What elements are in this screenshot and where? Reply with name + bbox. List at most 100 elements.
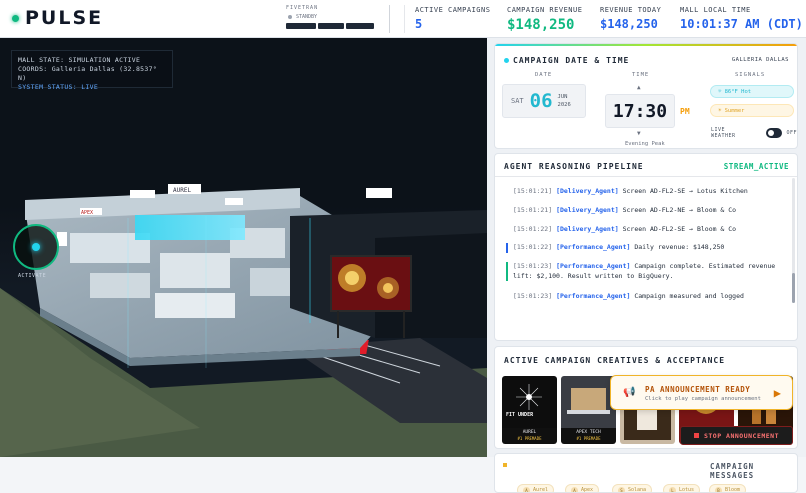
progress-segment [286, 23, 316, 29]
chip-badge: A [523, 487, 530, 493]
play-icon[interactable]: ▶ [774, 386, 781, 400]
message-chip-solana[interactable]: SSolana [612, 484, 652, 493]
laptop-icon [561, 376, 616, 428]
log-timestamp: [15:01:22] [513, 243, 552, 251]
top-header: PULSE FIVETRAN STANDBY ACTIVE CAMPAIGNS … [0, 0, 806, 38]
live-weather-row: LIVE WEATHER OFF [711, 127, 797, 139]
stop-icon [694, 433, 699, 438]
message-chip-aurel[interactable]: AAurel [517, 484, 554, 493]
chip-label: Lotus [679, 487, 694, 493]
metric-value: $148,250 [507, 17, 582, 33]
fivetran-label: FIVETRAN [286, 5, 374, 11]
metric-label: CAMPAIGN REVENUE [507, 6, 582, 14]
chip-label: Aurel [533, 487, 548, 493]
pipeline-title: AGENT REASONING PIPELINE [504, 162, 644, 171]
creative-thumb-aurel[interactable]: FIT UNDER AUREL #1 PREMADE [502, 376, 557, 444]
time-period: Evening Peak [625, 141, 665, 147]
chip-label: Bloom [725, 487, 740, 493]
creative-tag: #1 PREMADE [502, 436, 557, 441]
log-timestamp: [15:01:21] [513, 206, 552, 214]
log-timestamp: [15:01:23] [513, 292, 552, 300]
creative-caption: AUREL #1 PREMADE [502, 428, 557, 444]
metric-value: 10:01:37 AM (CDT) [680, 17, 803, 31]
brand-name: PULSE [25, 7, 103, 29]
time-ampm: PM [680, 107, 690, 116]
metric-label: ACTIVE CAMPAIGNS [415, 6, 490, 14]
message-chip-bloom[interactable]: BBloom [709, 484, 746, 493]
mall-state: MALL STATE: SIMULATION ACTIVE [18, 56, 166, 65]
log-entry: [15:01:23] [Performance_Agent] Campaign … [506, 262, 787, 281]
chip-badge: S [618, 487, 625, 493]
message-chip-lotus[interactable]: LLotus [663, 484, 700, 493]
message-chip-apex[interactable]: AApex [565, 484, 599, 493]
messages-marker-icon [503, 463, 507, 467]
date-picker[interactable]: SAT 06 JUN 2026 [502, 84, 586, 118]
time-down-icon[interactable]: ▼ [637, 130, 641, 137]
stop-announcement-button[interactable]: STOP ANNOUNCEMENT [680, 426, 793, 445]
creative-thumb-apex[interactable]: APEX TECH #1 PREMADE [561, 376, 616, 444]
signal-summer-label: Summer [725, 108, 745, 114]
log-message: Screen AD-FL2-SE → Lotus Kitchen [619, 187, 748, 195]
time-label: TIME [632, 72, 649, 78]
live-weather-toggle[interactable] [766, 128, 783, 138]
date-label: DATE [535, 72, 552, 78]
stop-label: STOP ANNOUNCEMENT [704, 432, 779, 440]
highlight-zone [135, 215, 245, 240]
log-entry: [15:01:22] [Performance_Agent] Daily rev… [506, 243, 787, 253]
campaign-datetime-card: CAMPAIGN DATE & TIME GALLERIA DALLAS DAT… [494, 43, 798, 149]
header-divider [404, 5, 405, 33]
log-agent: [Delivery_Agent] [556, 225, 619, 233]
pa-announcement-toast[interactable]: 📢 PA ANNOUNCEMENT READY Click to play ca… [610, 375, 793, 410]
metric-label: MALL LOCAL TIME [680, 6, 803, 14]
fivetran-status: FIVETRAN STANDBY [286, 5, 374, 29]
creative-image: FIT UNDER [502, 376, 557, 428]
sparkle-icon [502, 376, 557, 428]
signal-season[interactable]: ☀ Summer [710, 104, 794, 117]
datetime-location: GALLERIA DALLAS [732, 57, 789, 63]
datetime-title-row: CAMPAIGN DATE & TIME [504, 56, 629, 65]
date-month: JUN [558, 94, 568, 100]
pipeline-scrollbar[interactable] [792, 178, 795, 303]
activate-button[interactable] [13, 224, 59, 270]
metric-label: REVENUE TODAY [600, 6, 661, 14]
time-up-icon[interactable]: ▲ [637, 84, 641, 91]
log-message: Screen AD-FL2-NE → Bloom & Co [619, 206, 736, 214]
messages-title: CAMPAIGN MESSAGES [710, 462, 797, 480]
log-agent: [Performance_Agent] [556, 243, 630, 251]
metric-value: 5 [415, 17, 490, 31]
log-agent: [Delivery_Agent] [556, 206, 619, 214]
log-timestamp: [15:01:23] [513, 262, 552, 270]
brand: PULSE [12, 7, 103, 29]
log-timestamp: [15:01:21] [513, 187, 552, 195]
creative-headline: FIT UNDER [506, 412, 533, 418]
chip-badge: A [571, 487, 578, 493]
signals-label: SIGNALS [735, 72, 765, 78]
megaphone-icon: 📢 [623, 387, 635, 398]
log-message: Campaign measured and logged [630, 292, 744, 300]
time-value: 17:30 [613, 101, 667, 122]
creative-caption: APEX TECH #1 PREMADE [561, 428, 616, 444]
log-message: Campaign complete. Estimated revenue lif… [513, 262, 775, 280]
date-year: 2026 [558, 102, 571, 108]
campaign-messages-card: CAMPAIGN MESSAGES AAurel AApex SSolana L… [494, 453, 798, 493]
sun-icon: ☀ [718, 107, 722, 114]
chip-label: Solana [628, 487, 646, 493]
mall-3d-view[interactable]: AUREL APEX MALL STATE: SIMULATION ACTIVE… [0, 38, 487, 457]
metric-active-campaigns: ACTIVE CAMPAIGNS 5 [415, 6, 490, 31]
metric-value: $148,250 [600, 17, 661, 31]
chip-label: Apex [581, 487, 593, 493]
log-entry: [15:01:21] [Delivery_Agent] Screen AD-FL… [506, 187, 787, 197]
standby-dot-icon [288, 15, 292, 19]
date-month-year: JUN 2026 [558, 93, 571, 109]
pipeline-header: AGENT REASONING PIPELINE STREAM_ACTIVE [504, 162, 789, 171]
sign-aurel: AUREL [173, 187, 191, 194]
signal-temperature[interactable]: ☼ 86°F Hot [710, 85, 794, 98]
mall-3d-render: AUREL APEX [0, 38, 487, 457]
log-message: Screen AD-FL2-SE → Bloom & Co [619, 225, 736, 233]
fivetran-state-row: STANDBY [286, 14, 374, 20]
log-agent: [Delivery_Agent] [556, 187, 619, 195]
progress-segment [318, 23, 344, 29]
creative-name: AUREL [502, 430, 557, 435]
date-day: 06 [530, 90, 553, 112]
time-picker[interactable]: 17:30 [605, 94, 675, 128]
